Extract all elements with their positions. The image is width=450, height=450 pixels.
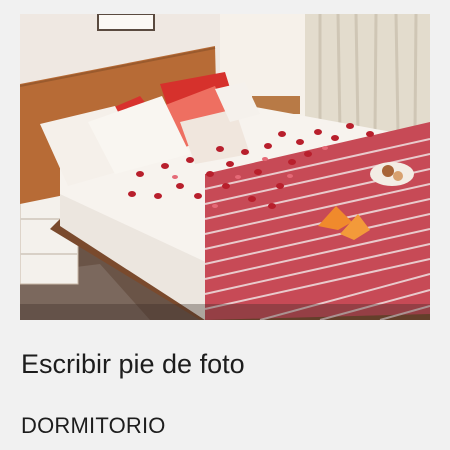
bedroom-photo[interactable]: [20, 14, 430, 320]
photo-detail-screen: Escribir pie de foto DORMITORIO: [0, 0, 450, 450]
bedroom-photo-image: [20, 14, 430, 320]
album-name-label: DORMITORIO: [21, 413, 166, 438]
caption-input[interactable]: Escribir pie de foto: [21, 346, 421, 382]
